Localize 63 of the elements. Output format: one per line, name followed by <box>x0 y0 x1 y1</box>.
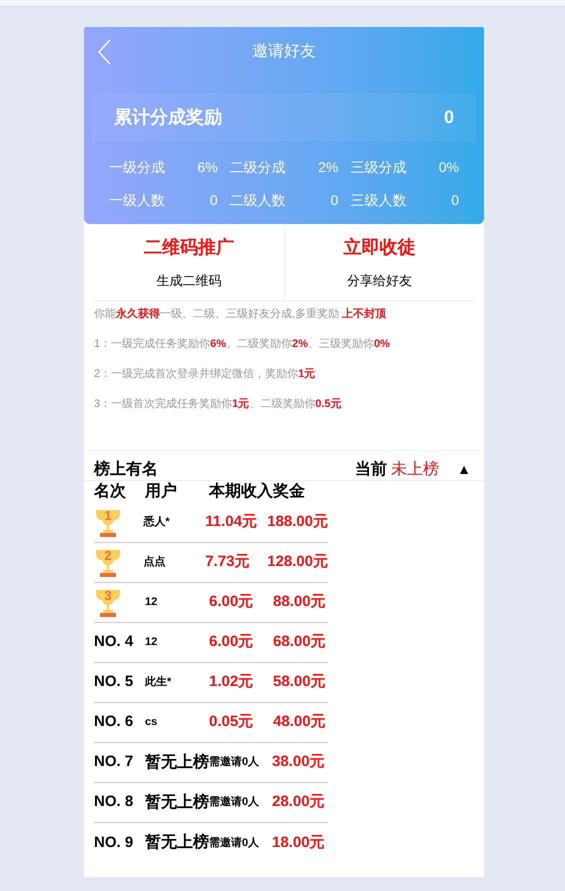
stat-label: 三级分成 <box>350 158 406 177</box>
promo-action[interactable]: 二维码推广 生成二维码 <box>94 224 284 300</box>
stat-value: 6% <box>197 158 218 177</box>
bonus-value: 88.00元 <box>273 592 326 612</box>
user-name: cs <box>145 715 158 730</box>
income-value: 0.05元 <box>209 712 254 732</box>
stat-label: 三级人数 <box>350 191 406 210</box>
total-label: 累计分成奖励 <box>114 106 222 128</box>
rank-number: NO. 5 <box>94 672 134 692</box>
reward-rule-text: 3：一级首次完成任务奖励你1元、二级奖励你0.5元 <box>94 397 343 411</box>
bonus-value: 58.00元 <box>273 672 326 692</box>
reward-rule-text: 2：一级完成首次登录并绑定微信，奖励你1元 <box>94 367 316 381</box>
back-icon[interactable] <box>97 39 111 65</box>
user-name: 12 <box>145 595 158 610</box>
stat-label: 二级人数 <box>230 191 286 210</box>
stat-value: 0 <box>210 191 218 210</box>
column-header: 用户 <box>145 481 178 502</box>
income-value: 11.04元 <box>205 512 258 532</box>
stat-label: 一级分成 <box>109 158 165 177</box>
user-name: 点点 <box>143 554 166 570</box>
rank-number: NO. 4 <box>94 632 134 652</box>
bonus-value: 68.00元 <box>273 632 326 652</box>
bonus-value: 18.00元 <box>272 832 325 853</box>
current-label: 当前 <box>355 460 388 480</box>
ranking-title: 榜上有名 <box>94 459 159 480</box>
total-value: 0 <box>444 106 454 128</box>
bonus-value: 188.00元 <box>267 512 328 532</box>
income-value: 6.00元 <box>209 632 254 652</box>
current-status: 未上榜 <box>391 460 440 480</box>
page-title: 邀请好友 <box>252 42 316 62</box>
bonus-value: 48.00元 <box>273 712 326 732</box>
bonus-value: 128.00元 <box>267 552 328 572</box>
user-name: 暂无上榜 <box>145 792 209 812</box>
bonus-value: 38.00元 <box>272 752 325 772</box>
collapse-toggle[interactable]: ▲ <box>457 459 471 480</box>
invite-requirement: 需邀请0人 <box>209 794 260 810</box>
invite-requirement: 需邀请0人 <box>209 836 260 851</box>
stat-value: 0% <box>438 158 459 177</box>
user-name: 悉人* <box>143 514 171 530</box>
user-name: 暂无上榜 <box>145 832 209 853</box>
stat-label: 二级分成 <box>230 158 286 177</box>
stat-value: 0 <box>330 191 338 210</box>
rank-number: NO. 8 <box>94 792 134 812</box>
column-header: 奖金 <box>273 482 305 502</box>
income-value: 6.00元 <box>209 592 254 612</box>
income-value: 1.02元 <box>209 672 254 692</box>
user-name: 暂无上榜 <box>145 752 209 772</box>
column-header: 本期收入 <box>209 481 273 502</box>
reward-rule-text: 你能永久获得一级、二级、三级好友分成,多重奖励 上不封顶 <box>94 307 388 321</box>
stat-label: 一级人数 <box>109 191 165 210</box>
user-name: 12 <box>145 635 158 650</box>
rank-number: NO. 9 <box>94 832 134 853</box>
income-value: 7.73元 <box>205 552 250 572</box>
user-name: 此生* <box>145 674 172 690</box>
rank-number: NO. 6 <box>94 712 134 732</box>
reward-rule-text: 1：一级完成任务奖励你6%、二级奖励你2%、三级奖励你0% <box>94 337 391 351</box>
rank-number: NO. 7 <box>94 752 134 772</box>
column-header: 名次 <box>94 482 127 502</box>
stat-value: 2% <box>318 158 338 177</box>
stat-value: 0 <box>451 191 459 210</box>
invite-requirement: 需邀请0人 <box>209 754 260 770</box>
bonus-value: 28.00元 <box>272 792 325 812</box>
promo-action[interactable]: 立即收徒 分享给好友 <box>284 224 474 300</box>
